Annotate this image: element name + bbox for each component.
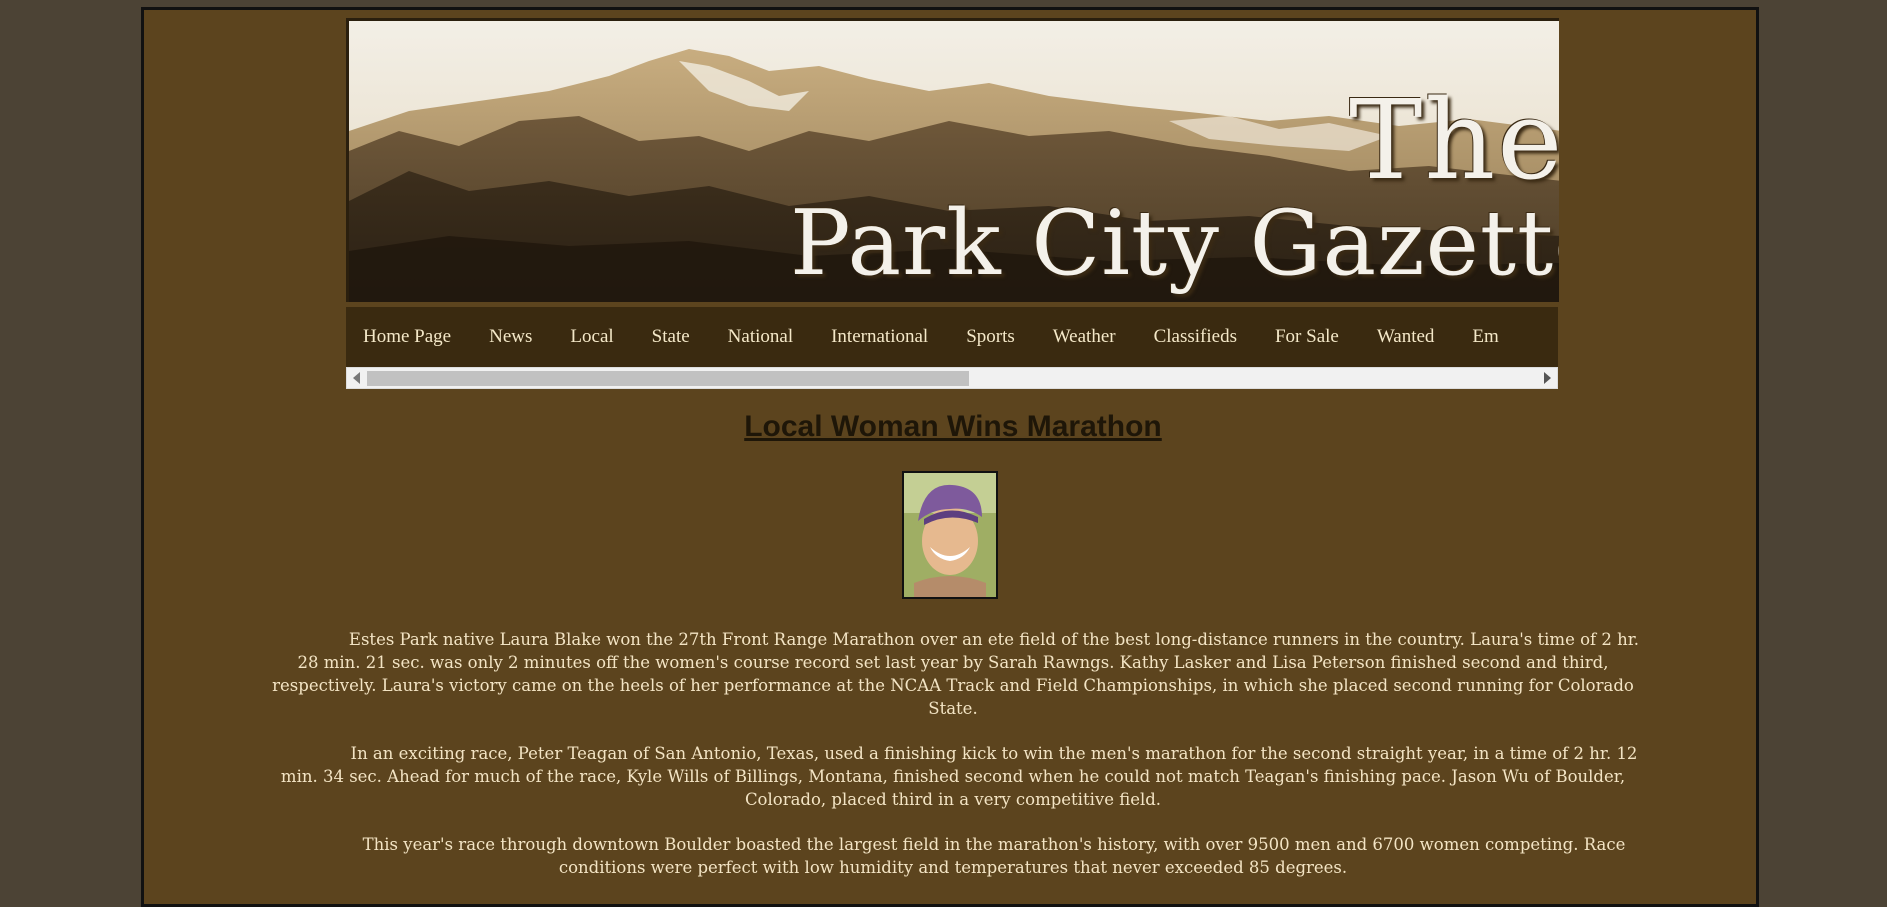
nav-item-for-sale[interactable]: For Sale <box>1256 307 1358 367</box>
nav-item-em[interactable]: Em <box>1453 307 1517 367</box>
nav-item-classifieds[interactable]: Classifieds <box>1135 307 1256 367</box>
page-container: The Park City Gazette Home Page News Local… <box>141 7 1759 907</box>
nav-item-state[interactable]: State <box>633 307 709 367</box>
triangle-right-icon[interactable] <box>1544 372 1551 384</box>
main-navigation: Home Page News Local State National Internati… <box>346 307 1558 367</box>
article-paragraph: This year's race through downtown Boulde… <box>362 835 1626 877</box>
nav-item-news[interactable]: News <box>470 307 551 367</box>
article-headline: Local Woman Wins Marathon <box>744 410 1162 443</box>
nav-item-sports[interactable]: Sports <box>947 307 1034 367</box>
masthead-title: Park City Gazette <box>790 191 1559 296</box>
nav-item-local[interactable]: Local <box>551 307 632 367</box>
masthead-the-text: The <box>1349 76 1559 204</box>
runner-photo <box>902 471 998 599</box>
horizontal-scrollbar[interactable] <box>346 367 1558 389</box>
nav-item-home-page[interactable]: Home Page <box>346 307 470 367</box>
article-paragraph: Estes Park native Laura Blake won the 27… <box>272 630 1640 718</box>
nav-item-international[interactable]: International <box>812 307 947 367</box>
nav-item-national[interactable]: National <box>709 307 812 367</box>
article-paragraph: In an exciting race, Peter Teagan of San… <box>280 744 1638 809</box>
nav-item-wanted[interactable]: Wanted <box>1358 307 1454 367</box>
masthead-banner: The Park City Gazette <box>346 18 1559 302</box>
nav-item-weather[interactable]: Weather <box>1034 307 1135 367</box>
triangle-left-icon[interactable] <box>353 372 360 384</box>
article-body: Estes Park native Laura Blake won the 27… <box>264 628 1642 901</box>
scrollbar-thumb[interactable] <box>367 371 969 386</box>
